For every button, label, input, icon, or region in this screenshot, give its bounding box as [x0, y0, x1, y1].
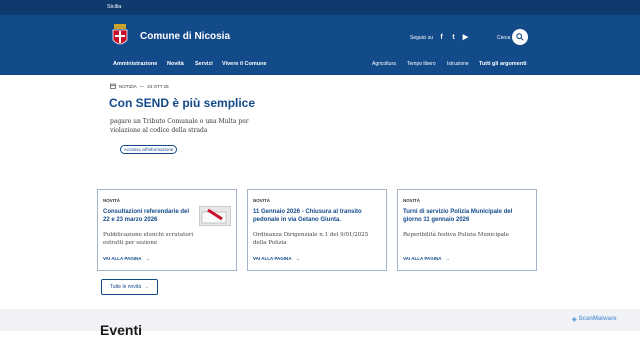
hero-info-link[interactable]: Accesso all'informazione	[120, 145, 178, 154]
news-card: NOVITÀ Consultazioni referendarie del 22…	[97, 189, 237, 271]
watermark: ◈ ScanMalware	[572, 311, 636, 327]
card-title[interactable]: Consultazioni referendarie del 22 e 23 m…	[103, 208, 195, 224]
card-description: Ordinanza Dirigenziale n.1 del 9/01/2025…	[253, 232, 369, 246]
nav-item-istruzione[interactable]: Istruzione	[447, 61, 469, 67]
hero-title[interactable]: Con SEND è più semplice	[109, 96, 255, 110]
news-card: NOVITÀ Turni di servizio Polizia Municip…	[397, 189, 537, 271]
ballot-image-icon	[201, 208, 227, 224]
site-title[interactable]: Comune di Nicosia	[140, 31, 230, 42]
hero-description: pagare un Tributo Comunale o una Multa p…	[110, 118, 249, 134]
top-bar: Sicilia	[0, 0, 640, 15]
arrow-right-icon: →	[295, 256, 301, 261]
card-link[interactable]: VAI ALLA PAGINA →	[103, 256, 150, 261]
card-tag: NOVITÀ	[103, 198, 121, 203]
search-icon	[516, 33, 524, 41]
card-image	[199, 206, 231, 226]
nav-item-tempo-libero[interactable]: Tempo libero	[407, 61, 436, 67]
search-label: Cerca	[497, 35, 511, 41]
watermark-label: ScanMalware	[578, 316, 617, 322]
nav-item-amministrazione[interactable]: Amministrazione	[113, 61, 157, 67]
region-link[interactable]: Sicilia	[107, 4, 121, 10]
card-description: Reperibilità festiva Polizia Municipale	[403, 232, 509, 238]
card-link[interactable]: VAI ALLA PAGINA →	[253, 256, 300, 261]
card-link-label: VAI ALLA PAGINA	[253, 256, 292, 261]
hero-category: NOTIZIA	[119, 83, 137, 89]
card-description: Pubblicazione elenchi scrutatori estratt…	[103, 232, 194, 246]
card-link-label: VAI ALLA PAGINA	[103, 256, 142, 261]
arrow-right-icon: →	[445, 256, 451, 261]
card-link-label: VAI ALLA PAGINA	[403, 256, 442, 261]
arrow-right-icon: →	[145, 256, 151, 261]
all-news-button[interactable]: Tutte le novità →	[101, 279, 158, 295]
all-news-label: Tutte le novità	[109, 284, 142, 290]
follow-label: Seguici su	[410, 35, 434, 41]
hero-tag: NOTIZIA — 24 OTT 25	[110, 83, 169, 89]
nav-item-vivere[interactable]: Vivere il Comune	[222, 61, 267, 67]
events-title: Eventi	[100, 322, 143, 338]
nav-item-servizi[interactable]: Servizi	[195, 61, 213, 67]
nav-item-agricoltura[interactable]: Agricoltura	[372, 61, 396, 67]
calendar-icon	[110, 83, 116, 89]
city-crest-icon[interactable]	[110, 23, 130, 49]
card-tag: NOVITÀ	[403, 198, 421, 203]
youtube-icon[interactable]: ▶	[461, 33, 470, 42]
news-card: NOVITÀ 11 Gennaio 2026 - Chiusura al tra…	[247, 189, 387, 271]
card-tag: NOVITÀ	[253, 198, 271, 203]
twitter-icon[interactable]: t	[449, 33, 458, 42]
shield-icon: ◈	[572, 316, 577, 323]
search-button[interactable]	[512, 29, 528, 45]
facebook-icon[interactable]: f	[437, 33, 446, 42]
card-link[interactable]: VAI ALLA PAGINA →	[403, 256, 450, 261]
arrow-right-icon: →	[144, 284, 150, 290]
card-title[interactable]: Turni di servizio Polizia Municipale del…	[403, 208, 528, 224]
separator: —	[139, 83, 145, 89]
events-section	[0, 309, 640, 331]
card-title[interactable]: 11 Gennaio 2026 - Chiusura al transito p…	[253, 208, 373, 224]
nav-item-all-topics[interactable]: Tutti gli argomenti	[479, 61, 527, 67]
main-nav: Amministrazione Novità Servizi Vivere il…	[0, 58, 640, 74]
nav-item-novita[interactable]: Novità	[167, 61, 184, 67]
hero-date: 24 OTT 25	[147, 83, 169, 89]
